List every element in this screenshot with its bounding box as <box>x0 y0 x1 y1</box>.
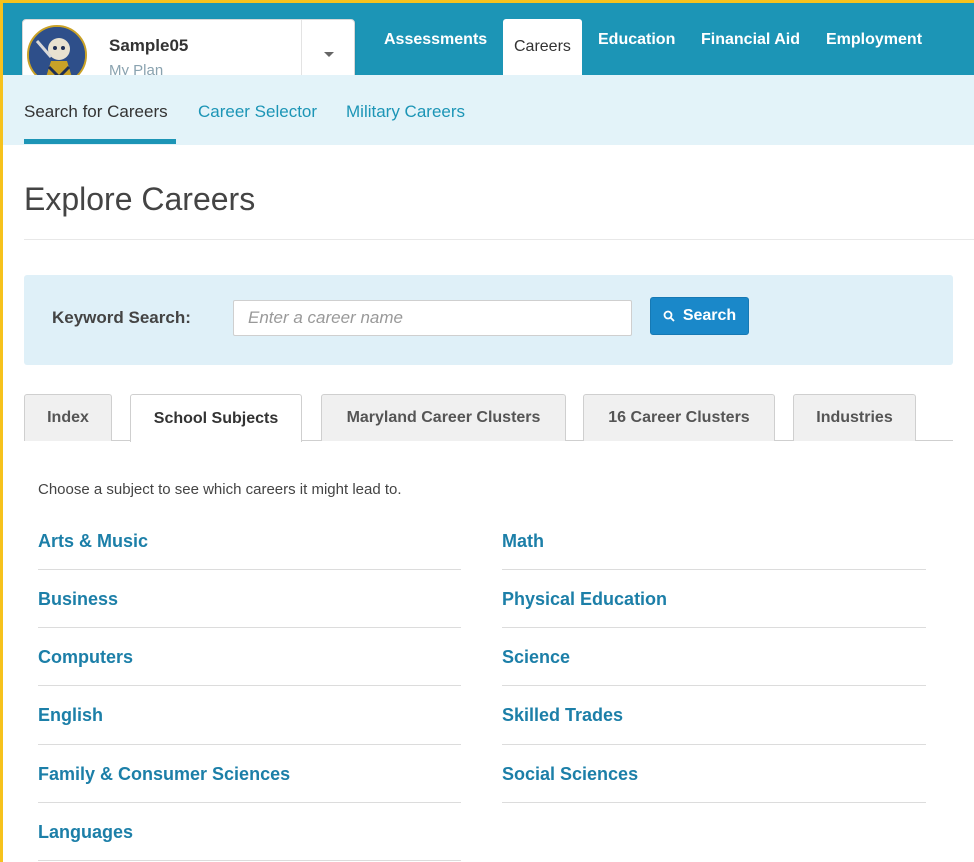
subject-link-skilled-trades[interactable]: Skilled Trades <box>502 705 623 726</box>
subnav-search-for-careers[interactable]: Search for Careers <box>24 102 168 122</box>
subject-link-physical-education[interactable]: Physical Education <box>502 589 667 610</box>
subject-link-science[interactable]: Science <box>502 647 570 668</box>
keyword-search-input[interactable] <box>233 300 632 336</box>
intro-text: Choose a subject to see which careers it… <box>38 481 402 498</box>
nav-tab-employment[interactable]: Employment <box>826 31 922 49</box>
chevron-down-icon[interactable] <box>321 46 337 62</box>
list-divider <box>502 802 926 803</box>
profile-name: Sample05 <box>109 36 189 55</box>
page-frame: Sample05 My Plan Assessments Careers Edu… <box>3 3 974 862</box>
tab-industries[interactable]: Industries <box>793 394 916 441</box>
subject-link-english[interactable]: English <box>38 705 103 726</box>
subject-link-computers[interactable]: Computers <box>38 647 133 668</box>
tab-16-career-clusters[interactable]: 16 Career Clusters <box>583 394 775 441</box>
list-divider <box>502 627 926 628</box>
divider <box>24 239 974 240</box>
tab-school-subjects[interactable]: School Subjects <box>130 394 302 442</box>
list-divider <box>38 802 461 803</box>
search-button-label: Search <box>682 307 737 324</box>
list-divider <box>38 860 461 861</box>
nav-tab-financial-aid[interactable]: Financial Aid <box>701 31 800 49</box>
subject-link-math[interactable]: Math <box>502 531 544 552</box>
nav-tab-careers[interactable]: Careers <box>503 19 582 75</box>
list-divider <box>502 569 926 570</box>
nav-tab-assessments[interactable]: Assessments <box>384 31 487 49</box>
keyword-search-label: Keyword Search: <box>52 308 191 327</box>
list-divider <box>38 685 461 686</box>
page-title: Explore Careers <box>24 181 256 217</box>
list-divider <box>38 569 461 570</box>
list-divider <box>38 627 461 628</box>
subject-link-business[interactable]: Business <box>38 589 118 610</box>
subject-link-family-consumer-sciences[interactable]: Family & Consumer Sciences <box>38 764 290 785</box>
tab-index[interactable]: Index <box>24 394 112 441</box>
list-divider <box>502 685 926 686</box>
subnav-military-careers[interactable]: Military Careers <box>346 102 465 122</box>
list-divider <box>38 744 461 745</box>
subnav-career-selector[interactable]: Career Selector <box>198 102 317 122</box>
sub-navigation: Search for Careers Career Selector Milit… <box>3 75 974 145</box>
subject-link-languages[interactable]: Languages <box>38 822 133 843</box>
keyword-search-panel: Keyword Search: Search <box>24 275 953 365</box>
subject-link-arts-music[interactable]: Arts & Music <box>38 531 148 552</box>
tab-maryland-career-clusters[interactable]: Maryland Career Clusters <box>321 394 566 441</box>
list-divider <box>502 744 926 745</box>
subject-link-social-sciences[interactable]: Social Sciences <box>502 764 638 785</box>
top-navigation-bar: Sample05 My Plan Assessments Careers Edu… <box>3 3 974 89</box>
nav-tab-education[interactable]: Education <box>598 31 675 49</box>
active-subnav-indicator <box>24 139 176 144</box>
search-icon <box>663 310 675 322</box>
search-button[interactable]: Search <box>650 297 749 335</box>
